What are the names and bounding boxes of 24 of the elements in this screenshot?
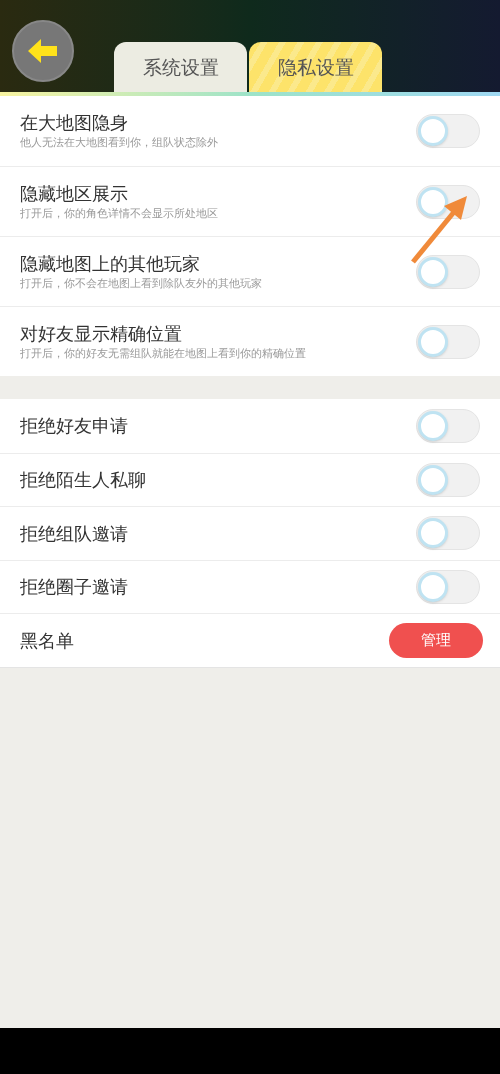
toggle-switch[interactable] xyxy=(416,254,480,289)
toggle-switch[interactable] xyxy=(416,462,480,497)
back-arrow-icon xyxy=(26,36,60,66)
setting-title: 拒绝好友申请 xyxy=(20,414,129,439)
toggle-switch[interactable] xyxy=(416,408,480,443)
manage-button[interactable]: 管理 xyxy=(389,622,483,658)
setting-title: 拒绝圈子邀请 xyxy=(20,575,129,600)
setting-description: 打开后，你的角色详情不会显示所处地区 xyxy=(20,205,219,222)
setting-description: 打开后，你的好友无需组队就能在地图上看到你的精确位置 xyxy=(20,345,307,362)
toggle-switch[interactable] xyxy=(416,324,480,359)
setting-title: 在大地图隐身 xyxy=(20,111,129,135)
setting-title: 隐藏地图上的其他玩家 xyxy=(20,251,201,276)
setting-title: 拒绝组队邀请 xyxy=(20,521,129,546)
tab[interactable]: 系统设置 xyxy=(114,42,247,92)
setting-title: 拒绝陌生人私聊 xyxy=(20,468,147,493)
setting-description: 打开后，你不会在地图上看到除队友外的其他玩家 xyxy=(20,275,263,292)
toggle-switch[interactable] xyxy=(416,569,480,604)
toggle-switch[interactable] xyxy=(416,516,480,551)
setting-title: 黑名单 xyxy=(20,628,75,653)
setting-title: 对好友显示精确位置 xyxy=(20,321,183,346)
setting-description: 他人无法在大地图看到你，组队状态除外 xyxy=(20,135,219,151)
tab[interactable]: 隐私设置 xyxy=(249,42,382,92)
setting-title: 隐藏地区展示 xyxy=(20,181,129,206)
toggle-switch[interactable] xyxy=(416,114,480,148)
